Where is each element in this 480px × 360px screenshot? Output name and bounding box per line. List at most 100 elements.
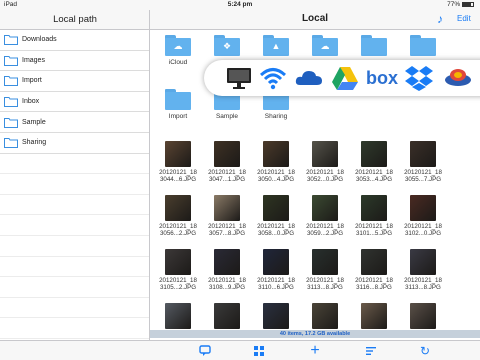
folder-icon: [4, 117, 18, 128]
empty-row: [0, 215, 149, 236]
folder-row[interactable]: Images: [0, 51, 149, 72]
bottom-toolbar: + ↻: [0, 340, 480, 360]
file-name-line2: 3116...8.JPG: [356, 284, 392, 291]
photo-item[interactable]: 20120121_18 3055...7.JPG: [399, 138, 447, 190]
music-note-icon[interactable]: ♪: [437, 12, 443, 26]
photo-item[interactable]: 20120121_18 3058...0.JPG: [252, 192, 300, 244]
folder-name: Sample: [215, 113, 239, 120]
photo-item[interactable]: 20120121_18 3108...9.JPG: [203, 246, 251, 298]
folder-item[interactable]: Import: [154, 84, 202, 136]
photo-item[interactable]: 20120121_18 3057...8.JPG: [203, 192, 251, 244]
empty-row: [0, 174, 149, 195]
folder-icon: ❖: [214, 35, 240, 56]
photo-item[interactable]: 20120121_18 3047...1.JPG: [203, 138, 251, 190]
photo-item[interactable]: 20120121_18 3052...0.JPG: [301, 138, 349, 190]
photo-item[interactable]: 20120121_18 3101...5.JPG: [350, 192, 398, 244]
google-drive-icon[interactable]: [330, 64, 360, 92]
file-name-line1: 20120121_18: [257, 277, 295, 284]
folder-name: iCloud: [168, 59, 188, 66]
file-name-line1: 20120121_18: [257, 169, 295, 176]
refresh-icon[interactable]: ↻: [418, 344, 432, 358]
photo-item[interactable]: 20120121_18 3059...2.JPG: [301, 192, 349, 244]
photo-item[interactable]: 20120121_18 3113...8.JPG: [399, 246, 447, 298]
folder-row[interactable]: Sharing: [0, 133, 149, 154]
photo-thumbnail: [361, 195, 387, 221]
file-name-line2: 3056...2.JPG: [159, 230, 197, 237]
photo-thumbnail: [361, 141, 387, 167]
photo-thumbnail: [312, 195, 338, 221]
chat-icon[interactable]: [198, 344, 212, 358]
photo-item[interactable]: 20120121_18 3113...8.JPG: [301, 246, 349, 298]
file-name-line2: 3047...1.JPG: [208, 176, 246, 183]
file-name-line1: 20120121_18: [404, 223, 442, 230]
photo-thumbnail: [214, 195, 240, 221]
wifi-icon[interactable]: [258, 64, 288, 92]
empty-row: [0, 154, 149, 175]
photo-thumbnail: [165, 141, 191, 167]
photo-thumbnail: [312, 303, 338, 329]
folder-icon: ☁: [165, 35, 191, 56]
photo-thumbnail: [165, 195, 191, 221]
photo-thumbnail: [165, 303, 191, 329]
photo-thumbnail: [361, 249, 387, 275]
file-name-line2: 3101...5.JPG: [355, 230, 393, 237]
onedrive-icon[interactable]: [294, 64, 324, 92]
file-name-line1: 20120121_18: [306, 277, 344, 284]
folder-icon: ▲: [263, 35, 289, 56]
sort-icon[interactable]: [364, 344, 378, 358]
folder-icon: [4, 96, 18, 108]
photo-thumbnail: [263, 195, 289, 221]
file-name-line1: 20120121_18: [404, 277, 442, 284]
folder-item[interactable]: ☁ iCloud: [154, 30, 202, 82]
computer-icon[interactable]: [224, 64, 254, 92]
photo-item[interactable]: 20120121_18 3102...0.JPG: [399, 192, 447, 244]
battery-icon: [462, 1, 474, 7]
folder-row[interactable]: Inbox: [0, 92, 149, 113]
photo-item[interactable]: 20120121_18 3110...6.JPG: [252, 246, 300, 298]
folder-glyph: ☁: [320, 41, 330, 51]
storage-status: 40 items, 17.2 GB available: [150, 330, 480, 338]
file-name-line2: 3102...0.JPG: [404, 230, 442, 237]
photo-item[interactable]: 20120121_18 3116...8.JPG: [350, 246, 398, 298]
folder-name: Sharing: [264, 113, 288, 120]
dropbox-icon[interactable]: [404, 64, 434, 92]
folder-label: Sample: [22, 118, 46, 126]
photo-item[interactable]: 20120121_18 3050...4.JPG: [252, 138, 300, 190]
folder-icon: [4, 34, 18, 46]
folder-icon: [361, 35, 387, 56]
status-bar: iPad 5:24 pm 77%: [0, 0, 480, 10]
file-name-line1: 20120121_18: [404, 169, 442, 176]
file-name-line2: 3050...4.JPG: [257, 176, 295, 183]
folder-icon: [4, 75, 18, 87]
photo-thumbnail: [410, 303, 436, 329]
add-icon[interactable]: +: [308, 343, 322, 359]
grid-view-icon[interactable]: [252, 344, 266, 358]
empty-row: [0, 298, 149, 319]
file-name-line1: 20120121_18: [306, 169, 344, 176]
folder-label: Sharing: [22, 139, 47, 147]
folder-row[interactable]: Import: [0, 71, 149, 92]
file-name-line2: 3105...2.JPG: [159, 284, 197, 291]
folder-icon: [410, 35, 436, 56]
photo-item[interactable]: 20120121_18 3044...6.JPG: [154, 138, 202, 190]
empty-row: [0, 277, 149, 298]
folder-icon: [165, 89, 191, 110]
box-icon[interactable]: box: [366, 64, 400, 92]
folder-label: Inbox: [22, 98, 40, 106]
file-name-line1: 20120121_18: [159, 277, 197, 284]
photo-item[interactable]: 20120121_18 3056...2.JPG: [154, 192, 202, 244]
file-name-line1: 20120121_18: [306, 223, 344, 230]
empty-row: [0, 318, 149, 339]
file-name-line2: 3113...8.JPG: [307, 284, 343, 291]
folder-row[interactable]: Downloads: [0, 30, 149, 51]
file-name-line1: 20120121_18: [159, 169, 197, 176]
file-name-line2: 3059...2.JPG: [306, 230, 344, 237]
edit-button[interactable]: Edit: [457, 14, 471, 23]
photo-item[interactable]: 20120121_18 3105...2.JPG: [154, 246, 202, 298]
other-cloud-icon[interactable]: [442, 64, 472, 92]
folder-row[interactable]: Sample: [0, 112, 149, 133]
page-title: Local: [301, 13, 329, 24]
battery-percent: 77%: [447, 1, 461, 8]
photo-item[interactable]: 20120121_18 3053...4.JPG: [350, 138, 398, 190]
photo-thumbnail: [214, 303, 240, 329]
